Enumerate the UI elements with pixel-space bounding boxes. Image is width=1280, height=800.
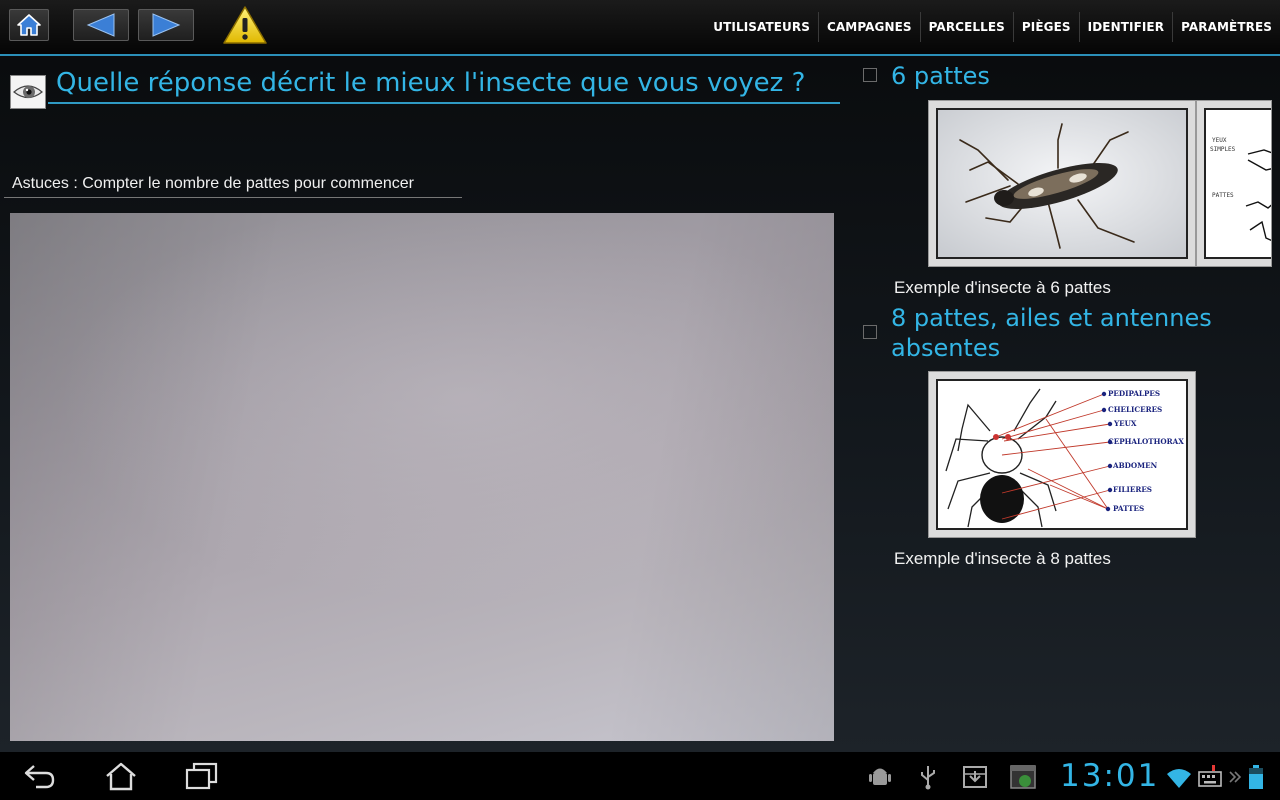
option-2-image[interactable]: PEDIPALPES CHELICERES YEUX CEPHALOTHORAX… xyxy=(928,371,1196,538)
battery-status xyxy=(1248,764,1264,790)
android-debug-status xyxy=(867,764,893,790)
screenshot-icon xyxy=(1010,765,1036,789)
label-abdomen: ABDOMEN xyxy=(1112,461,1158,470)
menu-parcelles[interactable]: PARCELLES xyxy=(919,12,1013,42)
action-menu: UTILISATEURS CAMPAGNES PARCELLES PIÈGES … xyxy=(705,0,1280,54)
bug-illustration xyxy=(938,110,1186,257)
menu-utilisateurs[interactable]: UTILISATEURS xyxy=(705,12,818,42)
home-icon xyxy=(17,14,41,36)
camera-preview[interactable] xyxy=(10,213,834,741)
download-icon xyxy=(963,766,987,788)
option-2-label[interactable]: 8 pattes, ailes et antennes absentes xyxy=(891,303,1251,363)
menu-parametres[interactable]: PARAMÈTRES xyxy=(1172,12,1280,42)
question-title: Quelle réponse décrit le mieux l'insecte… xyxy=(48,62,840,104)
back-button[interactable] xyxy=(73,9,129,41)
label-cheliceres: CHELICERES xyxy=(1108,405,1162,414)
keyboard-status xyxy=(1198,764,1224,790)
battery-icon xyxy=(1249,765,1263,789)
label-yeux: YEUX xyxy=(1113,419,1137,428)
wifi-status xyxy=(1166,764,1192,790)
system-back-button[interactable] xyxy=(20,760,60,792)
android-debug-icon xyxy=(869,768,891,785)
warning-button[interactable] xyxy=(222,5,268,45)
question-image xyxy=(10,75,46,109)
hint-text: Astuces : Compter le nombre de pattes po… xyxy=(4,170,462,198)
usb-icon xyxy=(921,766,935,790)
camera-shading xyxy=(10,213,834,741)
back-icon xyxy=(24,765,55,789)
bug-diagram-illustration: YEUX SIMPLES PATTES xyxy=(1210,137,1271,241)
diagram-label-yeux: YEUX xyxy=(1212,137,1227,144)
download-status xyxy=(962,764,988,790)
option-1-caption: Exemple d'insecte à 6 pattes xyxy=(894,278,1111,297)
eye-icon xyxy=(13,85,43,99)
usb-status xyxy=(915,764,941,790)
identification-screen: Quelle réponse décrit le mieux l'insecte… xyxy=(0,56,1280,752)
recent-apps-icon xyxy=(185,762,218,790)
spider-illustration: PEDIPALPES CHELICERES YEUX CEPHALOTHORAX… xyxy=(938,381,1186,528)
option-1-checkbox[interactable] xyxy=(863,68,877,82)
home-button[interactable] xyxy=(9,9,49,41)
option-2-caption: Exemple d'insecte à 8 pattes xyxy=(894,549,1111,568)
chevron-right-icon xyxy=(1229,771,1242,783)
warning-icon xyxy=(223,6,267,44)
recent-apps-button[interactable] xyxy=(182,760,222,792)
option-1-diagram[interactable]: YEUX SIMPLES PATTES xyxy=(1196,100,1272,267)
option-1-image[interactable] xyxy=(928,100,1196,267)
diagram-label-pattes: PATTES xyxy=(1212,192,1234,199)
screenshot-status xyxy=(1010,764,1036,790)
label-cephalothorax: CEPHALOTHORAX xyxy=(1108,437,1184,446)
overflow-status xyxy=(1228,764,1242,790)
arrow-left-icon xyxy=(86,13,115,37)
home-icon xyxy=(106,762,136,791)
menu-pieges[interactable]: PIÈGES xyxy=(1012,12,1079,42)
bug-diagram: YEUX SIMPLES PATTES xyxy=(1204,108,1271,259)
option-2-checkbox[interactable] xyxy=(863,325,877,339)
system-bar: 13:01 xyxy=(0,752,1280,800)
system-home-button[interactable] xyxy=(101,760,141,792)
bug-photo xyxy=(936,108,1188,259)
menu-campagnes[interactable]: CAMPAGNES xyxy=(817,12,920,42)
keyboard-icon xyxy=(1198,765,1222,787)
option-1-label[interactable]: 6 pattes xyxy=(891,61,1271,91)
status-clock: 13:01 xyxy=(1060,758,1160,794)
label-pedipalpes: PEDIPALPES xyxy=(1108,389,1160,398)
diagram-label-simples: SIMPLES xyxy=(1210,146,1236,153)
forward-button[interactable] xyxy=(138,9,194,41)
arrow-right-icon xyxy=(152,13,181,37)
action-bar: UTILISATEURS CAMPAGNES PARCELLES PIÈGES … xyxy=(0,0,1280,56)
label-filieres: FILIERES xyxy=(1113,485,1152,494)
label-pattes: PATTES xyxy=(1113,504,1144,513)
spider-diagram: PEDIPALPES CHELICERES YEUX CEPHALOTHORAX… xyxy=(936,379,1188,530)
menu-identifier[interactable]: IDENTIFIER xyxy=(1078,12,1172,42)
wifi-icon xyxy=(1167,769,1191,788)
